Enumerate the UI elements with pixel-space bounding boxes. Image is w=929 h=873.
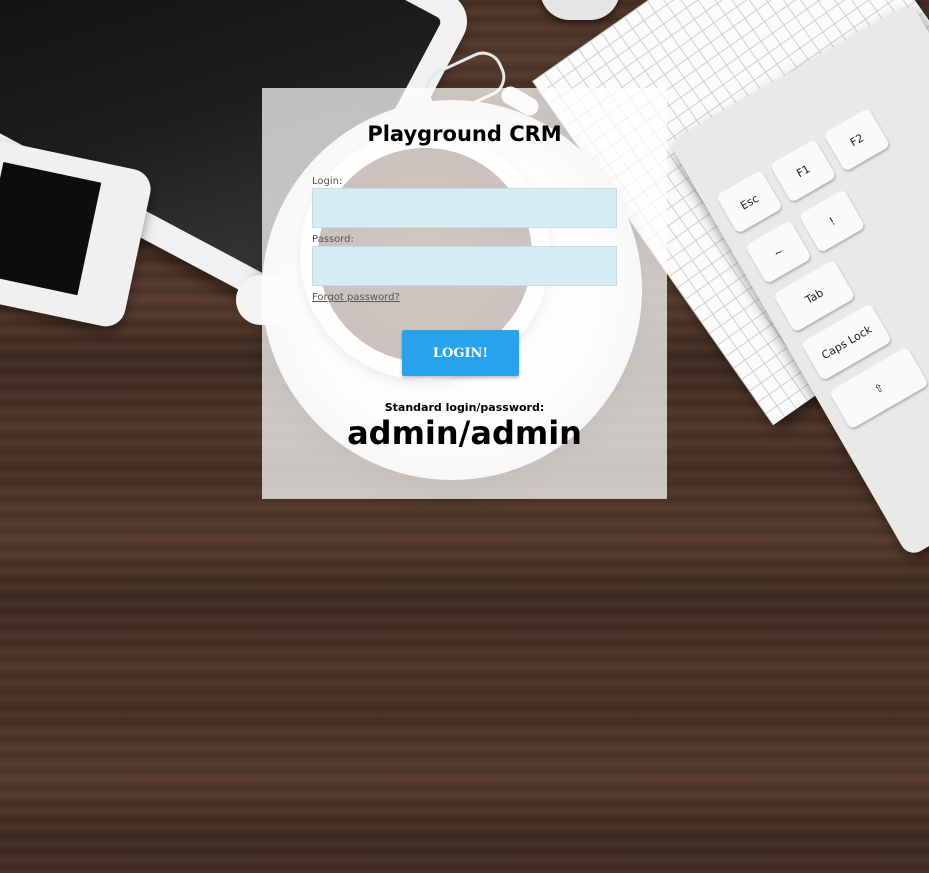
login-input[interactable] <box>312 188 617 228</box>
login-label: Login: <box>312 176 343 187</box>
forgot-password-link[interactable]: Forgot password? <box>312 292 400 303</box>
login-button[interactable]: LOGIN! <box>402 330 519 376</box>
login-panel: Playground CRM Login: Passord: Forgot pa… <box>262 88 667 499</box>
password-input[interactable] <box>312 246 617 286</box>
page-title: Playground CRM <box>367 122 562 146</box>
key-tilde: ~ <box>744 220 812 285</box>
key-exclaim: ! <box>798 189 866 254</box>
key-esc: Esc <box>715 169 783 234</box>
mouse-image <box>540 0 620 20</box>
credentials-hint-value: admin/admin <box>347 414 582 452</box>
key-f1: F1 <box>769 138 837 203</box>
credentials-hint-label: Standard login/password: <box>384 401 545 414</box>
password-label: Passord: <box>312 234 354 245</box>
key-f2: F2 <box>823 107 891 172</box>
